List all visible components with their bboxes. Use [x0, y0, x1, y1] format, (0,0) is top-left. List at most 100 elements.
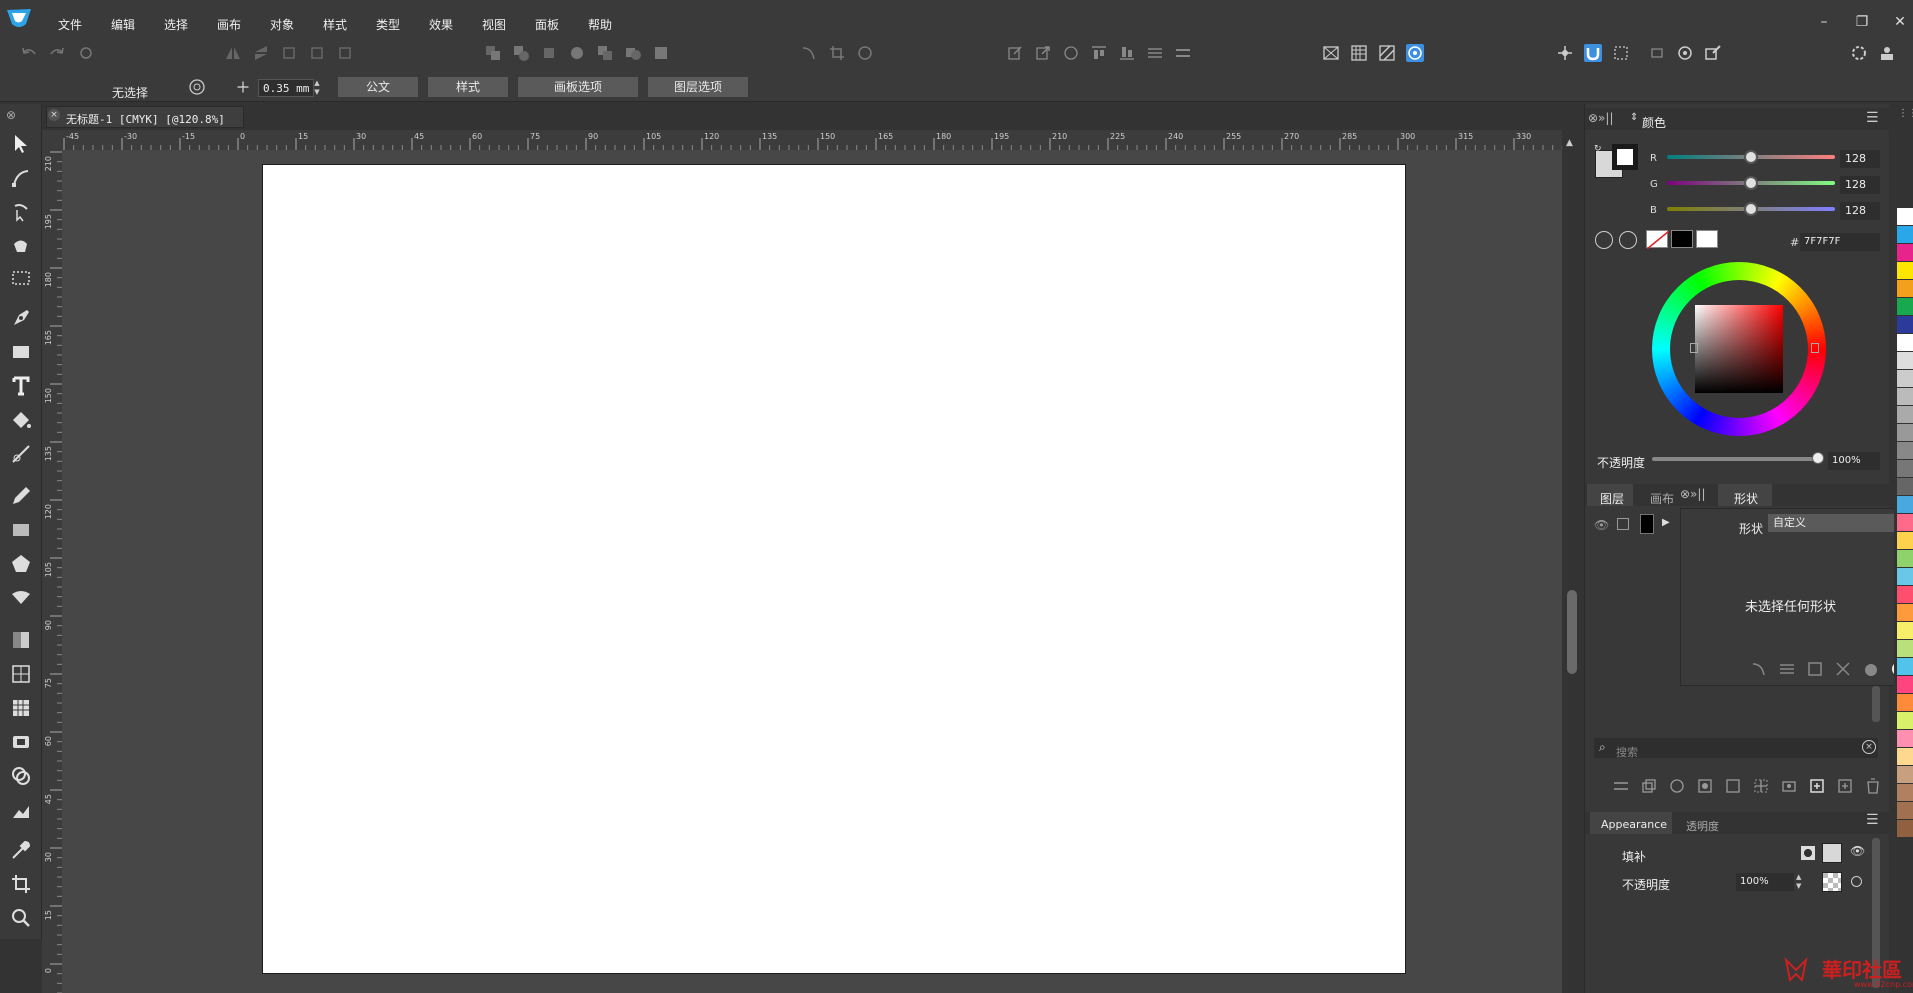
opacity-stepper[interactable]: ▲ ▼: [1796, 873, 1806, 891]
palette-swatch[interactable]: [1897, 550, 1913, 567]
menu-effect[interactable]: 效果: [429, 16, 453, 33]
vertical-ruler[interactable]: 210 195 180 165 150 135 120 105 90 75 60 45 30 15 0: [42, 150, 62, 993]
view-pixel-icon[interactable]: [1350, 44, 1368, 62]
r-value-field[interactable]: 128: [1840, 150, 1880, 168]
menu-style[interactable]: 样式: [323, 16, 347, 33]
snap-grid-icon[interactable]: [1612, 44, 1630, 62]
palette-swatch[interactable]: [1897, 640, 1913, 657]
frame-tool-icon[interactable]: [9, 730, 33, 754]
symbol-icon[interactable]: [856, 44, 874, 62]
palette-swatch[interactable]: [1897, 622, 1913, 639]
layer-delete-icon[interactable]: [1864, 777, 1882, 795]
rotate-left-icon[interactable]: [280, 44, 298, 62]
g-slider-knob[interactable]: [1744, 176, 1758, 190]
boolean-xor-icon[interactable]: [568, 44, 586, 62]
palette-swatch[interactable]: [1897, 370, 1913, 387]
boolean-divide-icon[interactable]: [596, 44, 614, 62]
layer-lock-icon[interactable]: [1617, 518, 1629, 530]
align-bottom-icon[interactable]: [1118, 44, 1136, 62]
text-tool-icon[interactable]: [9, 374, 33, 398]
marquee-tool-icon[interactable]: [9, 266, 33, 290]
tab-appearance[interactable]: Appearance: [1601, 818, 1667, 831]
opacity-slider-knob[interactable]: [1812, 452, 1824, 464]
opacity-radio-icon[interactable]: [1851, 876, 1862, 887]
refresh-icon[interactable]: [77, 44, 95, 62]
layers-scroll-thumb[interactable]: [1872, 686, 1880, 722]
layer-options-button[interactable]: 图层选项: [648, 77, 748, 97]
layer-visibility-icon[interactable]: 👁: [1594, 518, 1609, 532]
menu-canvas[interactable]: 画布: [217, 16, 241, 33]
tab-transparency[interactable]: 透明度: [1686, 818, 1719, 834]
boolean-add-icon[interactable]: [484, 44, 502, 62]
layer-group-icon[interactable]: [1724, 777, 1742, 795]
fill-visibility-icon[interactable]: 👁: [1850, 844, 1865, 858]
mesh-tool-icon[interactable]: [9, 662, 33, 686]
palette-swatch[interactable]: [1897, 298, 1913, 315]
tab-shape[interactable]: 形状: [1734, 490, 1758, 507]
palette-swatch[interactable]: [1897, 694, 1913, 711]
layer-add-icon[interactable]: [1836, 777, 1854, 795]
crop-tool-icon[interactable]: [9, 872, 33, 896]
menu-view[interactable]: 视图: [482, 16, 506, 33]
view-vector-icon[interactable]: [1406, 44, 1424, 62]
close-window-icon[interactable]: ✕: [1892, 14, 1908, 30]
rotate-right-icon[interactable]: [308, 44, 326, 62]
snap-magnet-icon[interactable]: [1584, 44, 1602, 62]
palette-swatch[interactable]: [1897, 802, 1913, 819]
node-tool-icon[interactable]: [9, 166, 33, 190]
redo-icon[interactable]: [48, 44, 66, 62]
hex-input[interactable]: 7F7F7F: [1800, 233, 1880, 251]
distribute-vertical-icon[interactable]: [1174, 44, 1192, 62]
layer-grid-icon[interactable]: [1752, 777, 1770, 795]
snap-settings-icon[interactable]: [1556, 44, 1574, 62]
palette-swatch[interactable]: [1897, 784, 1913, 801]
pencil-tool-icon[interactable]: [9, 484, 33, 508]
menu-help[interactable]: 帮助: [588, 16, 612, 33]
palette-swatch[interactable]: [1897, 334, 1913, 351]
saturation-brightness-square[interactable]: [1695, 305, 1783, 393]
undo-icon[interactable]: [20, 44, 38, 62]
layer-thumbnail[interactable]: [1640, 514, 1654, 534]
color-panel-close-icon[interactable]: ⊗»||: [1588, 111, 1613, 125]
swatch-none[interactable]: [1646, 230, 1670, 250]
place-image-tool-icon[interactable]: [9, 798, 33, 822]
r-slider-knob[interactable]: [1744, 150, 1758, 164]
wheel-handle-right[interactable]: [1811, 343, 1819, 353]
tab-canvas[interactable]: 画布: [1650, 490, 1674, 507]
view-hatch-icon[interactable]: [1378, 44, 1396, 62]
color-picker-tool-icon[interactable]: [1704, 44, 1722, 62]
align-top-icon[interactable]: [1090, 44, 1108, 62]
appearance-opacity-input[interactable]: 100%: [1736, 873, 1794, 891]
vertical-scrollbar[interactable]: [1562, 130, 1582, 993]
settings-cog-icon[interactable]: [1676, 44, 1694, 62]
layer-snapshot-icon[interactable]: [1780, 777, 1798, 795]
boolean-combine-icon[interactable]: [624, 44, 642, 62]
document-close-icon[interactable]: ×: [48, 109, 60, 121]
shape-select[interactable]: 自定义: [1768, 514, 1906, 532]
transparency-tool-icon[interactable]: [9, 628, 33, 652]
flip-horizontal-icon[interactable]: [224, 44, 242, 62]
fill-color-swatch[interactable]: [1822, 843, 1842, 863]
artboard-bounds-icon[interactable]: [1648, 44, 1666, 62]
shape-panel-close-icon[interactable]: ⊗»||: [1680, 487, 1705, 501]
palette-swatch[interactable]: [1897, 658, 1913, 675]
palette-swatch[interactable]: [1897, 730, 1913, 747]
transform-icon[interactable]: [336, 44, 354, 62]
swatch-white[interactable]: [1696, 230, 1718, 248]
style-button[interactable]: 样式: [428, 77, 508, 97]
pen-tool-icon[interactable]: [9, 306, 33, 330]
export-icon[interactable]: [1034, 44, 1052, 62]
vertical-scroll-thumb[interactable]: [1567, 590, 1577, 674]
shape-resize-icon[interactable]: [1806, 660, 1824, 678]
palette-swatch[interactable]: [1897, 280, 1913, 297]
palette-swatch[interactable]: [1897, 424, 1913, 441]
flip-vertical-icon[interactable]: [252, 44, 270, 62]
tab-layers[interactable]: 图层: [1600, 490, 1624, 507]
palette-swatch[interactable]: [1897, 748, 1913, 765]
transform-origin-icon[interactable]: [188, 78, 206, 96]
menu-edit[interactable]: 编辑: [111, 16, 135, 33]
boolean-subtract-icon[interactable]: [512, 44, 530, 62]
transform-tool-icon[interactable]: [9, 200, 33, 224]
opacity-slider[interactable]: [1652, 457, 1820, 461]
color-panel-sort-icon[interactable]: ⇕: [1630, 112, 1638, 123]
